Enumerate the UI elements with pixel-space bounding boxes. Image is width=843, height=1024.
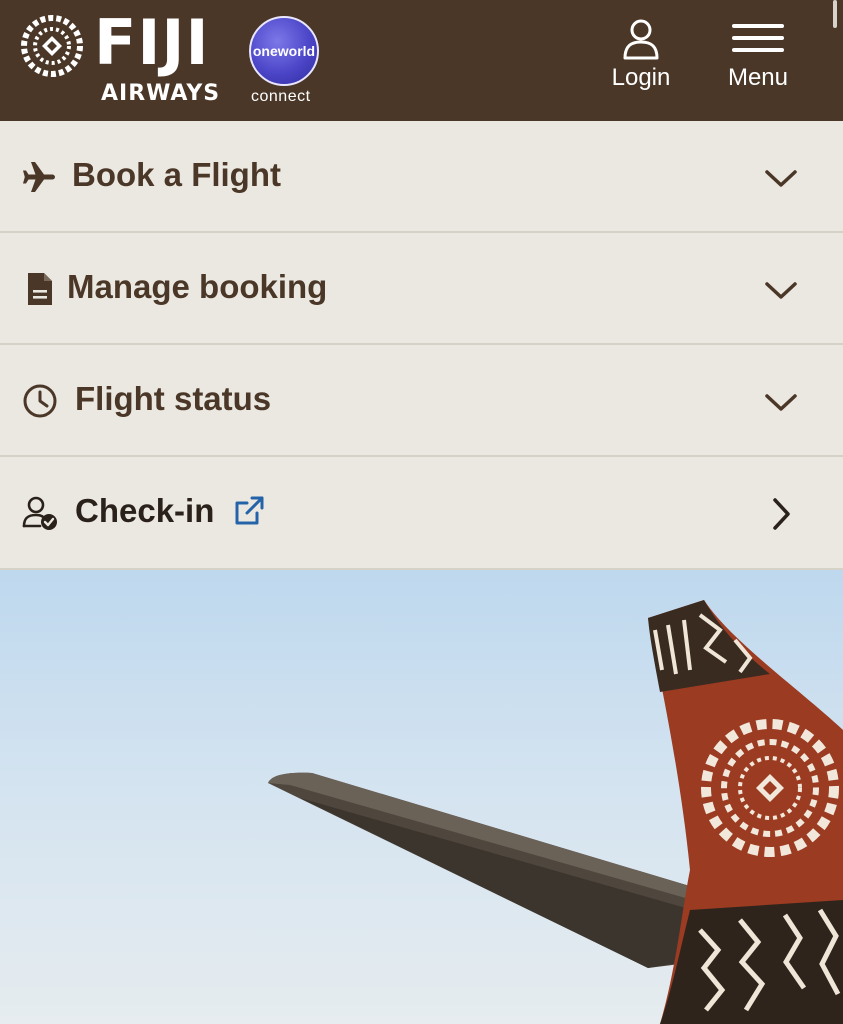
airplane-icon [23, 162, 55, 192]
chevron-down-icon [765, 394, 797, 411]
brand-name: FIJI [94, 6, 210, 79]
accordion-item-label: Flight status [75, 380, 272, 417]
oneworld-badge: oneworld [249, 16, 319, 86]
user-check-icon [22, 496, 57, 530]
accordion-item-manage-booking[interactable]: Manage booking [0, 233, 843, 345]
accordion-item-label: Manage booking [67, 268, 328, 305]
site-header: FIJI AIRWAYS oneworld connect Login Menu [0, 0, 843, 121]
accordion-item-check-in[interactable]: Check-in [0, 457, 843, 570]
oneworld-connect-label: connect [251, 88, 311, 105]
accordion-item-flight-status[interactable]: Flight status [0, 345, 843, 457]
chevron-down-icon [765, 282, 797, 299]
clock-icon [23, 384, 57, 418]
brand-subtitle: AIRWAYS [101, 81, 221, 106]
user-icon [623, 19, 659, 60]
menu-label: Menu [727, 64, 789, 91]
aircraft-tail-illustration [268, 600, 843, 1024]
hero-image [0, 570, 843, 1024]
chevron-right-icon [773, 498, 790, 530]
fiji-airways-logo-icon [21, 15, 83, 77]
menu-button[interactable]: Menu [720, 16, 796, 92]
document-icon [28, 273, 52, 305]
page-scrollbar[interactable] [833, 0, 837, 28]
accordion-item-label: Check-in [75, 492, 215, 529]
oneworld-badge-text: oneworld [252, 43, 316, 59]
external-link-icon[interactable] [232, 494, 266, 528]
chevron-down-icon [765, 170, 797, 187]
accordion-item-book-a-flight[interactable]: Book a Flight [0, 121, 843, 233]
quick-actions-accordion: Book a Flight Manage booking Flight stat… [0, 121, 843, 570]
hamburger-menu-icon [732, 24, 784, 52]
accordion-item-label: Book a Flight [72, 156, 281, 193]
login-button[interactable]: Login [606, 16, 676, 92]
login-label: Login [611, 64, 671, 91]
